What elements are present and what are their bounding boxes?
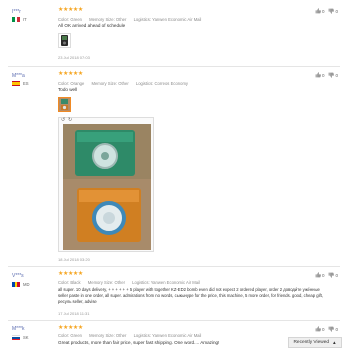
thumbs-up-icon bbox=[315, 326, 321, 332]
star-rating: ★★★★★ bbox=[58, 71, 83, 77]
thumbs-down-icon bbox=[329, 72, 335, 78]
attr-color: Color: Black bbox=[58, 280, 81, 285]
star-rating: ★★★★★ bbox=[58, 271, 83, 277]
attr-memory: Memory Size: Other bbox=[91, 81, 129, 86]
helpful-no-count: 0 bbox=[335, 272, 338, 278]
reviewer-country: SK bbox=[12, 335, 29, 340]
star-rating: ★★★★★ bbox=[58, 325, 83, 331]
helpful-no-button[interactable]: 0 bbox=[328, 272, 338, 278]
review-text: all super. 10 days delivery, + + + + + +… bbox=[58, 287, 323, 304]
review-photo-large bbox=[63, 124, 151, 250]
reviewer-country: IT bbox=[12, 17, 27, 22]
attr-logistics: Logistics: Yanwen Economic Air Mail bbox=[133, 333, 202, 338]
helpful-no-button[interactable]: 0 bbox=[328, 326, 338, 332]
flag-stripe bbox=[17, 282, 21, 287]
country-code: MD bbox=[23, 282, 30, 287]
review-date: 17 Jul 2018 11:31 bbox=[58, 311, 90, 316]
recently-viewed-button[interactable]: Recently Viewed ▲ bbox=[288, 337, 342, 348]
reviewer-name: M***a bbox=[12, 73, 25, 79]
review-date: 18 Jul 2018 03:20 bbox=[58, 257, 90, 262]
reviewer-name: I***r bbox=[12, 9, 21, 15]
country-code: ES bbox=[23, 81, 29, 86]
thumbs-up-icon bbox=[315, 272, 321, 278]
helpful-votes: 0 0 bbox=[315, 326, 338, 332]
flag-icon bbox=[12, 282, 21, 287]
product-thumb-image bbox=[61, 35, 68, 46]
helpful-yes-button[interactable]: 0 bbox=[315, 72, 325, 78]
chevron-up-icon: ▲ bbox=[332, 340, 337, 345]
helpful-yes-count: 0 bbox=[321, 326, 325, 332]
attr-logistics: Logistics: Yanwen Economic Air Mail bbox=[133, 17, 202, 22]
review-attributes: Color: Orange Memory Size: Other Logisti… bbox=[58, 81, 194, 86]
review-item: V***s MD ★★★★★ Color: Black Memory Size:… bbox=[0, 266, 350, 320]
review-attributes: Color: Green Memory Size: Other Logistic… bbox=[58, 333, 207, 338]
star-rating: ★★★★★ bbox=[58, 7, 83, 13]
attr-color: Color: Orange bbox=[58, 81, 85, 86]
thumbs-down-icon bbox=[329, 272, 335, 278]
review-item: M***a ES ★★★★★ Color: Orange Memory Size… bbox=[0, 66, 350, 264]
thumbs-up-icon bbox=[315, 8, 321, 14]
helpful-no-button[interactable]: 0 bbox=[328, 8, 338, 14]
attr-color: Color: Green bbox=[58, 17, 82, 22]
reviewer-name: V***s bbox=[12, 273, 24, 279]
helpful-no-count: 0 bbox=[335, 72, 338, 78]
flag-stripe bbox=[17, 17, 21, 22]
review-photo-thumbnail[interactable] bbox=[58, 97, 71, 112]
helpful-no-button[interactable]: 0 bbox=[328, 72, 338, 78]
review-text: Great products, more than fair price, su… bbox=[58, 340, 220, 345]
attr-memory: Memory Size: Other bbox=[89, 333, 127, 338]
rotate-right-icon[interactable]: ↻ bbox=[68, 117, 72, 123]
attr-memory: Memory Size: Other bbox=[87, 280, 125, 285]
flag-stripe bbox=[12, 84, 20, 86]
helpful-votes: 0 0 bbox=[315, 8, 338, 14]
review-text: Todo well bbox=[58, 87, 78, 92]
review-photo-thumbnail[interactable] bbox=[58, 33, 71, 48]
thumbs-up-icon bbox=[315, 72, 321, 78]
reviewer-name: M***k bbox=[12, 326, 25, 332]
attr-color: Color: Green bbox=[58, 333, 82, 338]
review-text: All OK arrived ahead of schedule bbox=[58, 23, 126, 28]
review-item: I***r IT ★★★★★ Color: Green Memory Size:… bbox=[0, 0, 350, 66]
helpful-no-count: 0 bbox=[335, 326, 338, 332]
helpful-no-count: 0 bbox=[335, 8, 338, 14]
helpful-votes: 0 0 bbox=[315, 272, 338, 278]
helpful-yes-button[interactable]: 0 bbox=[315, 326, 325, 332]
attr-memory: Memory Size: Other bbox=[89, 17, 127, 22]
review-date: 23 Jul 2018 07:03 bbox=[58, 55, 90, 60]
country-code: IT bbox=[23, 17, 27, 22]
reviewer-country: MD bbox=[12, 282, 30, 287]
photo-viewer: ↺ ↻ bbox=[58, 117, 154, 252]
thumbs-down-icon bbox=[329, 326, 335, 332]
country-code: SK bbox=[23, 335, 29, 340]
helpful-yes-button[interactable]: 0 bbox=[315, 8, 325, 14]
review-attributes: Color: Green Memory Size: Other Logistic… bbox=[58, 17, 207, 22]
review-attributes: Color: Black Memory Size: Other Logistic… bbox=[58, 280, 206, 285]
helpful-yes-count: 0 bbox=[321, 72, 325, 78]
reviewer-country: ES bbox=[12, 81, 29, 86]
helpful-votes: 0 0 bbox=[315, 72, 338, 78]
product-photo-image bbox=[63, 124, 151, 250]
helpful-yes-count: 0 bbox=[321, 272, 325, 278]
product-thumb-image bbox=[61, 99, 68, 110]
attr-logistics: Logistics: Correos Economy bbox=[135, 81, 189, 86]
flag-stripe bbox=[12, 338, 20, 340]
rotate-left-icon[interactable]: ↺ bbox=[61, 117, 65, 123]
flag-icon bbox=[12, 335, 20, 340]
attr-logistics: Logistics: Yanwen Economic Air Mail bbox=[132, 280, 200, 285]
helpful-yes-button[interactable]: 0 bbox=[315, 272, 325, 278]
helpful-yes-count: 0 bbox=[321, 8, 325, 14]
flag-icon bbox=[12, 17, 21, 22]
recently-viewed-label: Recently Viewed bbox=[293, 340, 330, 345]
flag-icon bbox=[12, 81, 20, 86]
thumbs-down-icon bbox=[329, 8, 335, 14]
